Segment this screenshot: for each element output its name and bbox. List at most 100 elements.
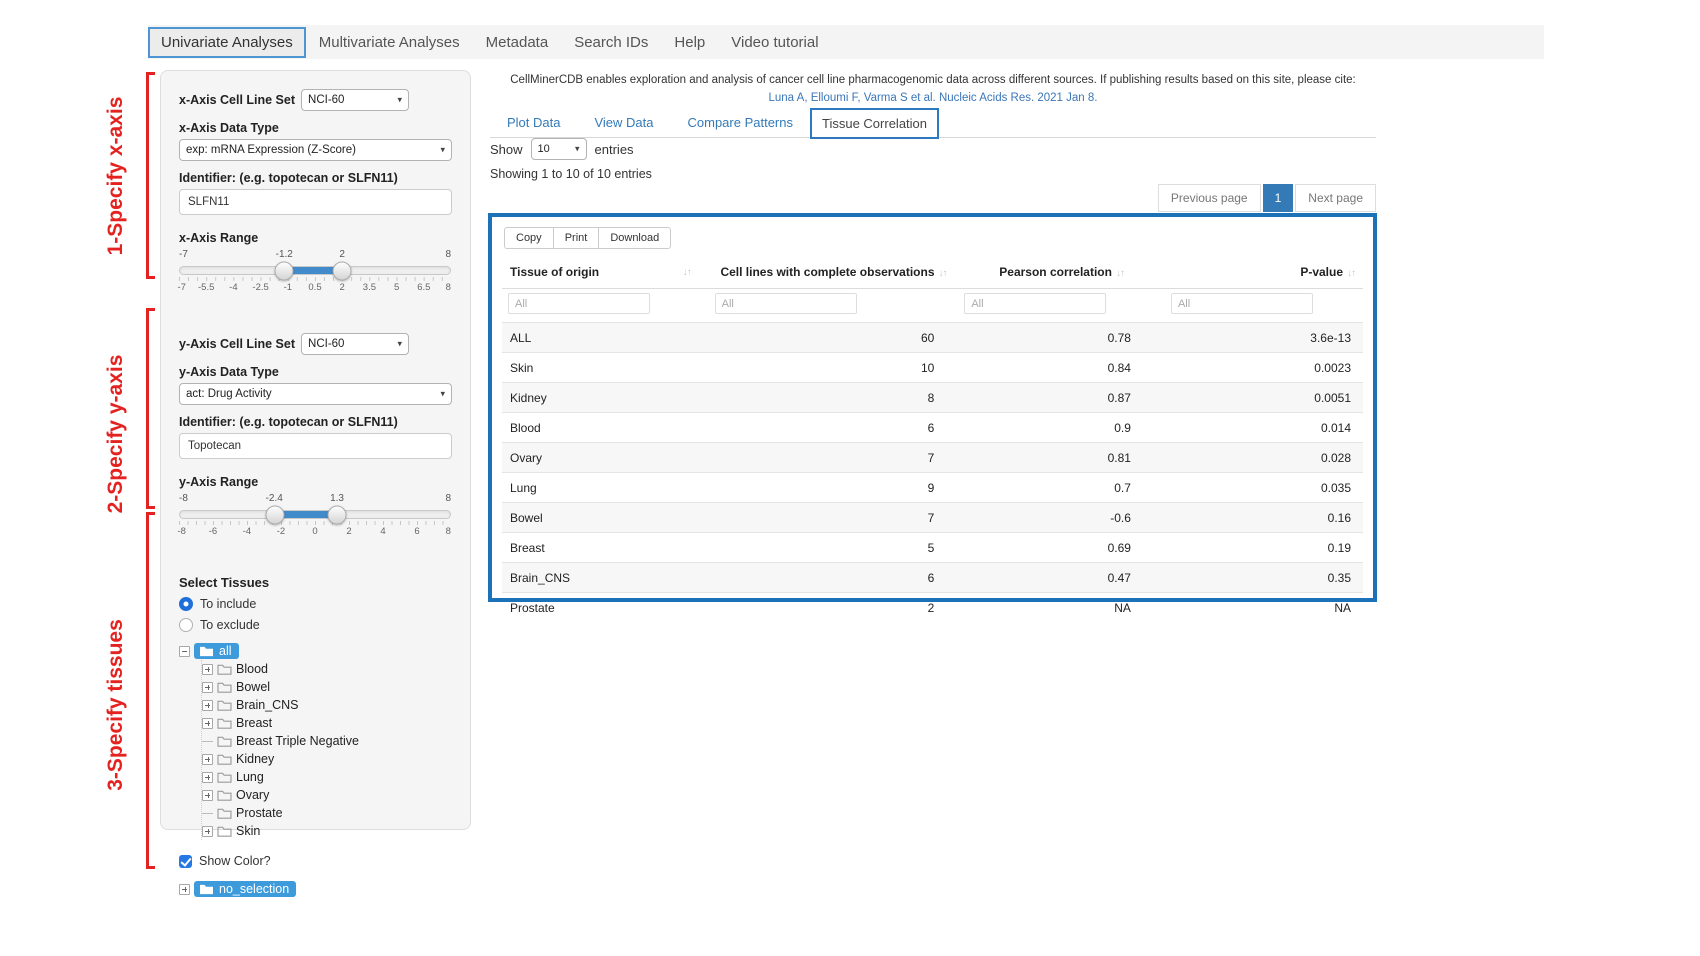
tab-compare-patterns[interactable]: Compare Patterns bbox=[671, 108, 811, 137]
tab-view-data[interactable]: View Data bbox=[577, 108, 670, 137]
tree-item-brain-cns[interactable]: Brain_CNS bbox=[202, 696, 452, 714]
column-header-tissue-of-origin[interactable]: Tissue of origin↓↑ bbox=[502, 257, 709, 289]
selected-node-all[interactable]: all bbox=[194, 643, 239, 659]
x-slider-track[interactable] bbox=[179, 266, 451, 275]
tissue-cell: Skin bbox=[502, 353, 709, 383]
expand-toggle-icon[interactable] bbox=[202, 664, 213, 675]
y-axis-identifier-input[interactable] bbox=[179, 433, 452, 459]
nav-univariate-analyses[interactable]: Univariate Analyses bbox=[148, 27, 306, 58]
sort-icon[interactable]: ↓↑ bbox=[939, 268, 947, 279]
tab-plot-data[interactable]: Plot Data bbox=[490, 108, 577, 137]
nav-help[interactable]: Help bbox=[661, 27, 718, 58]
tree-item-breast[interactable]: Breast bbox=[202, 714, 452, 732]
tissue-correlation-table-panel: Copy Print Download Tissue of origin↓↑ C… bbox=[488, 213, 1377, 602]
copy-button[interactable]: Copy bbox=[504, 227, 554, 249]
table-row[interactable]: Brain_CNS 6 0.47 0.35 bbox=[502, 563, 1363, 593]
tree-item-all[interactable]: all bbox=[179, 642, 452, 660]
table-row[interactable]: Bowel 7 -0.6 0.16 bbox=[502, 503, 1363, 533]
x-axis-data-type-select[interactable]: exp: mRNA Expression (Z-Score) bbox=[179, 139, 452, 161]
filter-cell-lines-input[interactable] bbox=[715, 293, 857, 314]
tree-item-breast-triple-negative[interactable]: Breast Triple Negative bbox=[202, 732, 452, 750]
nav-metadata[interactable]: Metadata bbox=[473, 27, 562, 58]
y-slider-handle-high[interactable] bbox=[327, 505, 346, 524]
tree-item-label: no_selection bbox=[219, 882, 289, 896]
tab-tissue-correlation[interactable]: Tissue Correlation bbox=[810, 108, 939, 139]
collapse-toggle-icon[interactable] bbox=[179, 646, 190, 657]
nav-multivariate-analyses[interactable]: Multivariate Analyses bbox=[306, 27, 473, 58]
x-axis-range-slider[interactable]: -7 -1.2 2 8 -7 -5.5 -4 -2.5 -1 0.5 2 3.5… bbox=[179, 249, 451, 305]
tree-item-ovary[interactable]: Ovary bbox=[202, 786, 452, 804]
tree-item-bowel[interactable]: Bowel bbox=[202, 678, 452, 696]
x-slider-high-value: 2 bbox=[339, 249, 345, 260]
y-slider-handle-low[interactable] bbox=[265, 505, 284, 524]
expand-toggle-icon[interactable] bbox=[202, 700, 213, 711]
x-slider-handle-low[interactable] bbox=[275, 261, 294, 280]
to-include-radio[interactable]: To include bbox=[179, 597, 452, 611]
x-axis-cell-line-set-select[interactable]: NCI-60 bbox=[301, 89, 409, 111]
x-slider-handle-high[interactable] bbox=[333, 261, 352, 280]
sort-icon[interactable]: ↓↑ bbox=[683, 267, 691, 278]
tree-item-blood[interactable]: Blood bbox=[202, 660, 452, 678]
annotation-specify-x-axis: 1-Specify x-axis bbox=[104, 97, 128, 256]
cell-lines-cell: 2 bbox=[709, 593, 959, 623]
table-row[interactable]: ALL 60 0.78 3.6e-13 bbox=[502, 323, 1363, 353]
sort-icon[interactable]: ↓↑ bbox=[1116, 268, 1124, 279]
print-button[interactable]: Print bbox=[553, 227, 600, 249]
y-axis-data-type-select[interactable]: act: Drug Activity bbox=[179, 383, 452, 405]
citation-link[interactable]: Luna A, Elloumi F, Varma S et al. Nuclei… bbox=[490, 90, 1376, 108]
pearson-cell: 0.78 bbox=[958, 323, 1165, 353]
filter-pearson-input[interactable] bbox=[964, 293, 1106, 314]
tree-item-prostate[interactable]: Prostate bbox=[202, 804, 452, 822]
table-row[interactable]: Kidney 8 0.87 0.0051 bbox=[502, 383, 1363, 413]
tree-item-kidney[interactable]: Kidney bbox=[202, 750, 452, 768]
y-axis-cell-line-set-select[interactable]: NCI-60 bbox=[301, 333, 409, 355]
x-slider-low-value: -1.2 bbox=[276, 249, 293, 260]
tissue-cell: Brain_CNS bbox=[502, 563, 709, 593]
filter-tissue-input[interactable] bbox=[508, 293, 650, 314]
pearson-cell: 0.81 bbox=[958, 443, 1165, 473]
show-color-checkbox[interactable]: Show Color? bbox=[179, 854, 452, 868]
table-row[interactable]: Ovary 7 0.81 0.028 bbox=[502, 443, 1363, 473]
column-header-pearson-correlation[interactable]: Pearson correlation↓↑ bbox=[958, 257, 1165, 289]
previous-page-button[interactable]: Previous page bbox=[1158, 184, 1261, 212]
entries-count-select[interactable]: 10 bbox=[531, 138, 587, 160]
sort-icon[interactable]: ↓↑ bbox=[1347, 268, 1355, 279]
tick-label: 2 bbox=[346, 526, 351, 537]
expand-toggle-icon[interactable] bbox=[202, 682, 213, 693]
y-slider-track[interactable] bbox=[179, 510, 451, 519]
next-page-button[interactable]: Next page bbox=[1295, 184, 1376, 212]
filter-p-value-input[interactable] bbox=[1171, 293, 1313, 314]
table-row[interactable]: Prostate 2 NA NA bbox=[502, 593, 1363, 623]
y-axis-range-slider[interactable]: -8 -2.4 1.3 8 -8 -6 -4 -2 0 2 4 6 8 bbox=[179, 493, 451, 549]
column-label: P-value bbox=[1300, 265, 1343, 279]
nav-search-ids[interactable]: Search IDs bbox=[561, 27, 661, 58]
expand-toggle-icon[interactable] bbox=[179, 884, 190, 895]
table-row[interactable]: Skin 10 0.84 0.0023 bbox=[502, 353, 1363, 383]
expand-toggle-icon[interactable] bbox=[202, 718, 213, 729]
table-row[interactable]: Breast 5 0.69 0.19 bbox=[502, 533, 1363, 563]
y-axis-bracket bbox=[146, 308, 155, 509]
expand-toggle-icon[interactable] bbox=[202, 826, 213, 837]
table-row[interactable]: Blood 6 0.9 0.014 bbox=[502, 413, 1363, 443]
download-button[interactable]: Download bbox=[598, 227, 671, 249]
tree-item-skin[interactable]: Skin bbox=[202, 822, 452, 840]
cell-lines-cell: 7 bbox=[709, 443, 959, 473]
expand-toggle-icon[interactable] bbox=[202, 790, 213, 801]
show-label: Show bbox=[490, 142, 523, 157]
selected-node-no-selection[interactable]: no_selection bbox=[194, 881, 296, 897]
tree-item-no-selection[interactable]: no_selection bbox=[179, 880, 452, 898]
tree-item-lung[interactable]: Lung bbox=[202, 768, 452, 786]
table-row[interactable]: Lung 9 0.7 0.035 bbox=[502, 473, 1363, 503]
column-header-p-value[interactable]: P-value ↓↑ bbox=[1165, 257, 1363, 289]
nav-video-tutorial[interactable]: Video tutorial bbox=[718, 27, 831, 58]
expand-toggle-icon[interactable] bbox=[202, 772, 213, 783]
folder-icon bbox=[217, 717, 232, 730]
tissue-cell: Prostate bbox=[502, 593, 709, 623]
tick-label: -7 bbox=[177, 282, 185, 293]
page-1-button[interactable]: 1 bbox=[1263, 184, 1294, 212]
p-value-cell: 0.0023 bbox=[1165, 353, 1363, 383]
column-header-cell-lines[interactable]: Cell lines with complete observations↓↑ bbox=[709, 257, 959, 289]
x-axis-identifier-input[interactable] bbox=[179, 189, 452, 215]
to-exclude-radio[interactable]: To exclude bbox=[179, 618, 452, 632]
expand-toggle-icon[interactable] bbox=[202, 754, 213, 765]
